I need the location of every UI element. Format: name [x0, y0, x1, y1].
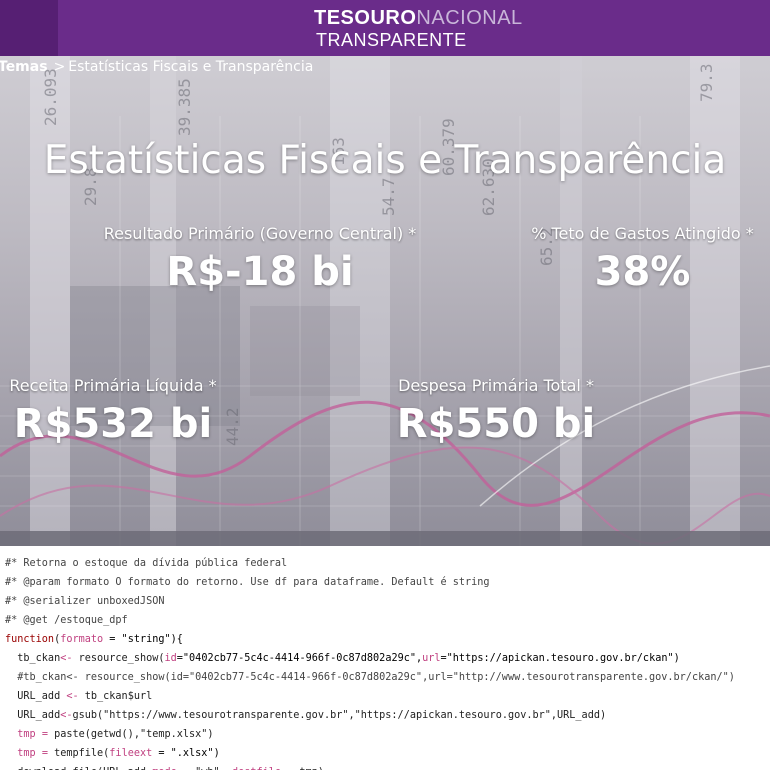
code-token: function: [5, 634, 55, 645]
bg-number: 39.385: [175, 78, 194, 136]
code-token: tb_ckan: [5, 653, 61, 664]
logo-word-tesouro: TESOURO: [314, 7, 417, 29]
code-token: ="https://apickan.tesouro.gov.br/ckan"): [440, 653, 680, 664]
code-token: id: [164, 653, 177, 664]
bg-number: 79.3: [697, 63, 716, 102]
breadcrumb-link-temas[interactable]: Temas: [0, 59, 48, 75]
code-token: ="0402cb77-5c4c-4414-966f-0c87d802a29c",: [176, 653, 423, 664]
stat-teto-de-gastos[interactable]: % Teto de Gastos Atingido * 38%: [520, 224, 765, 295]
stat-label: Despesa Primária Total *: [398, 376, 594, 395]
code-token: #tb_ckan<- resource_show(id="0402cb77-5c…: [5, 672, 735, 683]
top-header-bar: TESOURONACIONAL TRANSPARENTE: [0, 0, 770, 56]
code-token: paste(getwd(),"temp.xlsx"): [47, 729, 214, 740]
code-token: #* @param formato O formato do retorno. …: [5, 577, 490, 588]
code-token: tmp: [5, 729, 42, 740]
code-token: <-: [66, 691, 79, 702]
stat-despesa-primaria[interactable]: Despesa Primária Total * R$550 bi: [386, 376, 606, 447]
code-line: #* Retorna o estoque da dívida pública f…: [5, 554, 770, 573]
code-token: = ".xlsx"): [152, 748, 220, 759]
logo-line-1: TESOURONACIONAL: [314, 7, 523, 30]
code-token: = "string"){: [103, 634, 183, 645]
code-token: formato: [60, 634, 104, 645]
code-token: <-: [60, 653, 73, 664]
bg-number: 54.7: [379, 177, 398, 216]
code-token: URL_add: [5, 691, 67, 702]
code-line: #* @get /estoque_dpf: [5, 611, 770, 630]
code-token: tempfile(: [47, 748, 110, 759]
code-token: fileext: [109, 748, 153, 759]
code-line: #tb_ckan<- resource_show(id="0402cb77-5c…: [5, 668, 770, 687]
stat-label: % Teto de Gastos Atingido *: [531, 224, 754, 243]
code-line: tmp = paste(getwd(),"temp.xlsx"): [5, 725, 770, 744]
breadcrumb-separator: >: [53, 59, 66, 75]
code-token: url: [422, 653, 441, 664]
code-line: tmp = tempfile(fileext = ".xlsx"): [5, 744, 770, 763]
code-line: function(formato = "string"){: [5, 630, 770, 649]
logo-word-transparente: TRANSPARENTE: [316, 30, 467, 50]
stat-label: Receita Primária Líquida *: [9, 376, 217, 395]
code-line: #* @serializer unboxedJSON: [5, 592, 770, 611]
code-token: tmp: [5, 748, 42, 759]
code-token: <-: [60, 710, 73, 721]
stat-value: R$-18 bi: [166, 249, 354, 295]
hero-bottom-strip: [0, 531, 770, 546]
stat-value: R$532 bi: [13, 401, 213, 447]
code-token: #* @get /estoque_dpf: [5, 615, 128, 626]
logo-word-nacional: NACIONAL: [416, 7, 523, 29]
code-token: URL_add: [5, 710, 61, 721]
stat-value: 38%: [594, 249, 691, 295]
code-token: #* @serializer unboxedJSON: [5, 596, 165, 607]
code-line: URL_add <- tb_ckan$url: [5, 687, 770, 706]
stat-receita-primaria[interactable]: Receita Primária Líquida * R$532 bi: [0, 376, 228, 447]
breadcrumb-current: Estatísticas Fiscais e Transparência: [68, 59, 314, 75]
hero-banner: 26.093 39.385 163 62.630 60.379 54.7 79.…: [0, 56, 770, 546]
code-token: tb_ckan$url: [78, 691, 153, 702]
code-line: tb_ckan<- resource_show(id="0402cb77-5c4…: [5, 649, 770, 668]
stat-label: Resultado Primário (Governo Central) *: [103, 224, 417, 243]
code-line: download.file(URL_add,mode = "wb", destf…: [5, 763, 770, 770]
bg-number: 26.093: [41, 68, 60, 126]
breadcrumb: Temas > Estatísticas Fiscais e Transparênc…: [0, 59, 313, 75]
code-block: #* Retorna o estoque da dívida pública f…: [0, 546, 770, 770]
stat-value: R$550 bi: [396, 401, 596, 447]
page-title: Estatísticas Fiscais e Transparência: [43, 138, 727, 183]
tesouro-nacional-transparente-logo[interactable]: TESOURONACIONAL TRANSPARENTE: [314, 7, 522, 51]
code-token: #* Retorna o estoque da dívida pública f…: [5, 558, 288, 569]
code-line: #* @param formato O formato do retorno. …: [5, 573, 770, 592]
menu-toggle-area[interactable]: [0, 0, 58, 56]
code-token: gsub("https://www.tesourotransparente.go…: [72, 710, 607, 721]
stat-resultado-primario[interactable]: Resultado Primário (Governo Central) * R…: [90, 224, 430, 295]
code-token: resource_show(: [72, 653, 165, 664]
hero-background-image: 26.093 39.385 163 62.630 60.379 54.7 79.…: [0, 56, 770, 546]
code-line: URL_add<-gsub("https://www.tesourotransp…: [5, 706, 770, 725]
